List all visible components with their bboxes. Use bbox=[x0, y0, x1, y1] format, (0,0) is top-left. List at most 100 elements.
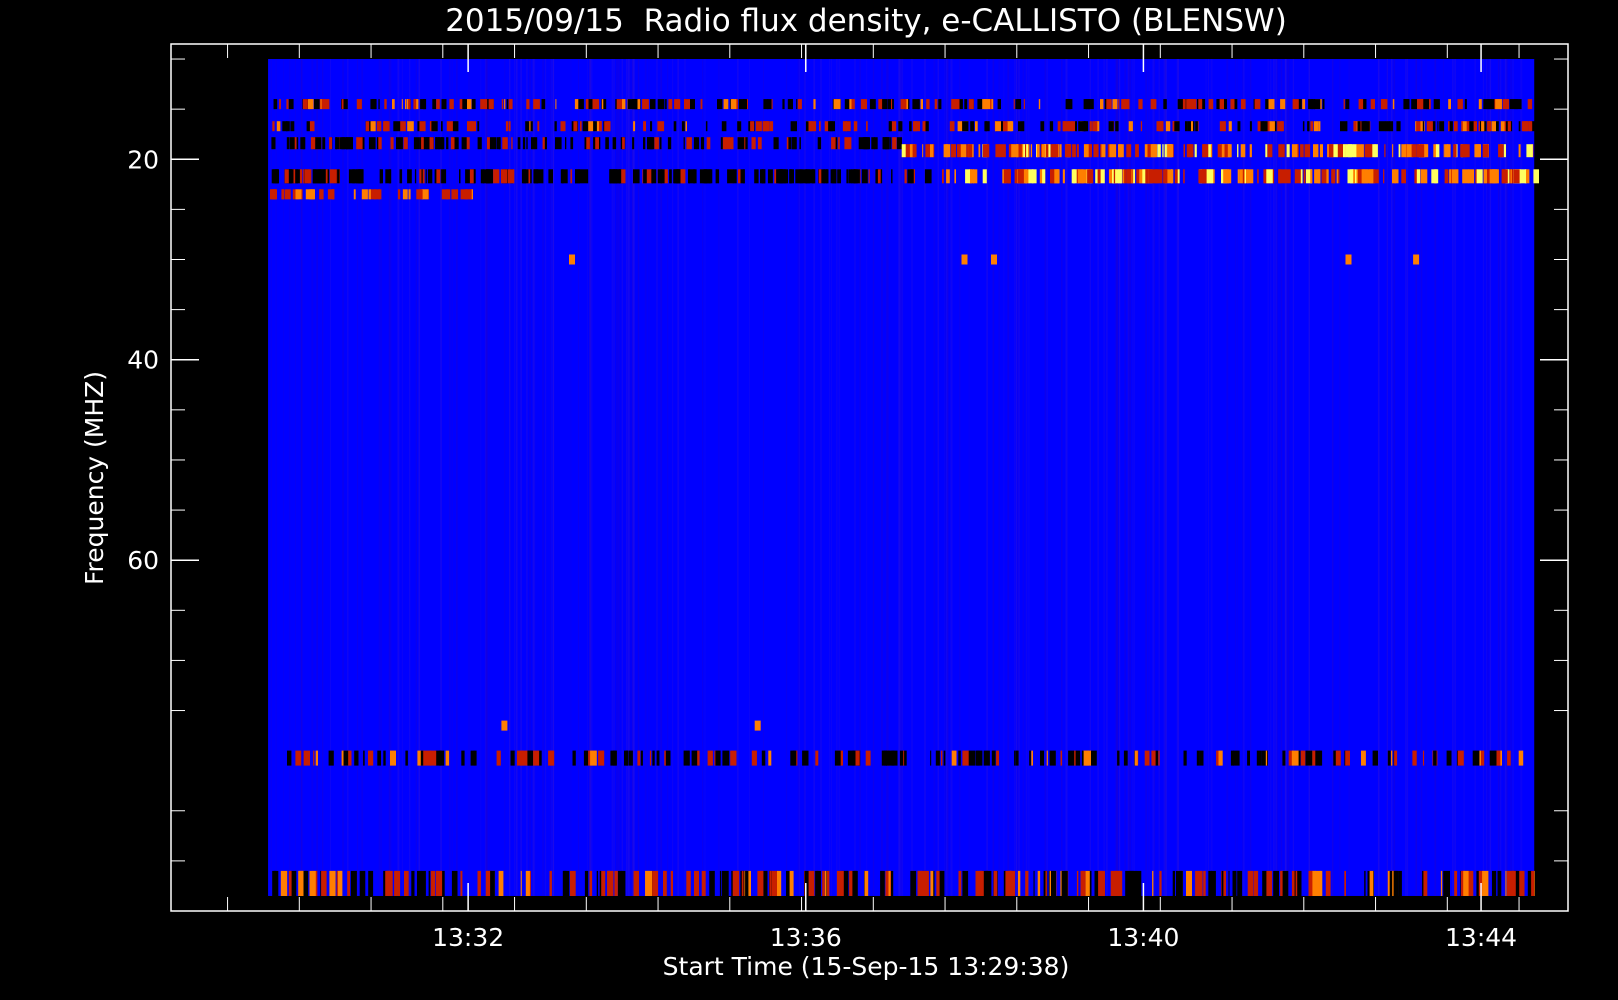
heatmap-cell bbox=[985, 121, 990, 132]
y-tick-label: 60 bbox=[127, 546, 159, 575]
heatmap-cell bbox=[809, 121, 817, 132]
heatmap-cell bbox=[888, 870, 891, 896]
heatmap-cell bbox=[995, 144, 1000, 158]
heatmap-cell bbox=[1322, 99, 1325, 110]
spectrogram-chart: 2015/09/15 Radio flux density, e-CALLIST… bbox=[0, 0, 1618, 1000]
heatmap-streak bbox=[480, 59, 482, 896]
heatmap-cell bbox=[622, 137, 625, 150]
heatmap-streak bbox=[390, 59, 392, 896]
heatmap-streak bbox=[1267, 59, 1269, 896]
heatmap-cell bbox=[1282, 750, 1286, 766]
heatmap-cell bbox=[622, 99, 626, 110]
heatmap-cell bbox=[1093, 144, 1099, 158]
heatmap-cell bbox=[1117, 750, 1120, 766]
heatmap-cell bbox=[705, 121, 708, 132]
heatmap-cell bbox=[287, 750, 292, 766]
heatmap-streak bbox=[316, 59, 318, 896]
y-axis-label: Frequency (MHZ) bbox=[80, 371, 109, 585]
heatmap-cell bbox=[1469, 121, 1474, 132]
heatmap-cell bbox=[337, 169, 340, 184]
heatmap-cell bbox=[441, 121, 443, 132]
heatmap-cell bbox=[370, 99, 377, 110]
heatmap-cell bbox=[727, 169, 734, 184]
heatmap-cell bbox=[720, 137, 723, 150]
heatmap-streak bbox=[1097, 59, 1099, 896]
heatmap-cell bbox=[665, 99, 667, 110]
heatmap-cell bbox=[769, 121, 774, 132]
heatmap-cell bbox=[1487, 121, 1492, 132]
heatmap-cell bbox=[1346, 121, 1348, 132]
heatmap-cell bbox=[1305, 750, 1313, 766]
heatmap-cell bbox=[1081, 750, 1084, 766]
heatmap-cell bbox=[896, 137, 902, 150]
heatmap-cell bbox=[401, 99, 403, 110]
heatmap-streak bbox=[388, 59, 391, 896]
heatmap-cell bbox=[946, 169, 950, 184]
heatmap-cell bbox=[388, 169, 391, 184]
heatmap-cell bbox=[1353, 121, 1357, 132]
heatmap-cell bbox=[1346, 99, 1350, 110]
heatmap-cell bbox=[288, 99, 294, 110]
heatmap-streak bbox=[415, 59, 417, 896]
heatmap-cell bbox=[386, 121, 388, 132]
heatmap-cell bbox=[1497, 870, 1502, 896]
heatmap-cell bbox=[587, 121, 594, 132]
heatmap-streak bbox=[397, 59, 400, 896]
heatmap-cell bbox=[350, 870, 357, 896]
heatmap-cell bbox=[882, 99, 888, 110]
heatmap-cell bbox=[817, 137, 822, 150]
heatmap-cell bbox=[384, 99, 387, 110]
heatmap-cell bbox=[526, 137, 528, 150]
heatmap-cell bbox=[348, 169, 355, 184]
heatmap-streak bbox=[283, 59, 285, 896]
heatmap-cell bbox=[1009, 121, 1014, 132]
heatmap-streak bbox=[648, 59, 650, 896]
heatmap-cell bbox=[339, 137, 346, 150]
heatmap-cell bbox=[598, 750, 604, 766]
heatmap-cell bbox=[521, 169, 529, 184]
heatmap-cell bbox=[1518, 144, 1521, 158]
heatmap-streak bbox=[380, 59, 382, 896]
heatmap-cell bbox=[833, 99, 841, 110]
heatmap-cell bbox=[1314, 99, 1321, 110]
heatmap-cell bbox=[709, 870, 715, 896]
heatmap-cell bbox=[327, 189, 335, 200]
heatmap-cell bbox=[1265, 750, 1268, 766]
heatmap-cell bbox=[520, 870, 522, 896]
heatmap-cell bbox=[818, 169, 822, 184]
heatmap-cell bbox=[1239, 169, 1243, 184]
heatmap-cell bbox=[709, 169, 713, 184]
heatmap-cell bbox=[1240, 144, 1246, 158]
heatmap-cell bbox=[789, 870, 794, 896]
heatmap-cell bbox=[584, 870, 589, 896]
heatmap-cell bbox=[959, 750, 961, 766]
heatmap-cell bbox=[573, 121, 578, 132]
heatmap-streak bbox=[1497, 59, 1500, 896]
heatmap-streak bbox=[489, 59, 490, 896]
heatmap-cell bbox=[1167, 144, 1174, 158]
heatmap-cell bbox=[1176, 870, 1183, 896]
heatmap-streak bbox=[1089, 59, 1091, 896]
heatmap-cell bbox=[325, 169, 328, 184]
heatmap-streak bbox=[1500, 59, 1502, 896]
heatmap-cell bbox=[1314, 169, 1321, 184]
heatmap-cell bbox=[962, 121, 969, 132]
heatmap-cell bbox=[1387, 750, 1391, 766]
heatmap-cell bbox=[981, 870, 984, 896]
heatmap-cell bbox=[657, 169, 665, 184]
heatmap-cell bbox=[680, 169, 685, 184]
heatmap-cell bbox=[1502, 99, 1509, 110]
heatmap-cell bbox=[496, 137, 501, 150]
heatmap-cell bbox=[517, 137, 521, 150]
heatmap-streak bbox=[911, 59, 913, 896]
heatmap-cell bbox=[1389, 870, 1393, 896]
heatmap-cell bbox=[693, 169, 697, 184]
heatmap-streak bbox=[854, 59, 856, 896]
heatmap-cell bbox=[452, 121, 459, 132]
heatmap-cell bbox=[1233, 750, 1240, 766]
heatmap-streak bbox=[813, 59, 815, 896]
heatmap-cell bbox=[694, 870, 699, 896]
heatmap-streak bbox=[1393, 59, 1396, 896]
heatmap-cell bbox=[802, 750, 809, 766]
heatmap-cell bbox=[1364, 169, 1370, 184]
